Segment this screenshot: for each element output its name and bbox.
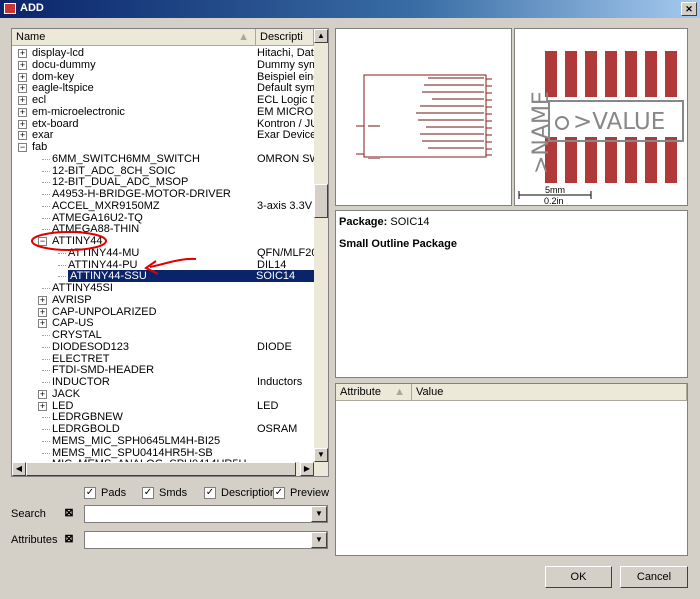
preview-label: Preview [290,487,330,499]
footprint-preview: >NAME >VALUE 5mm 0.2in [514,28,688,206]
footprint-pad-bottom [605,137,617,183]
search-input[interactable] [87,507,309,521]
column-value-label: Value [416,386,444,398]
ok-button[interactable]: OK [545,566,612,588]
package-info-panel: Package: SOIC14 Small Outline Package [335,210,688,378]
footprint-pad-bottom [625,137,637,183]
package-label: Package: [339,216,388,228]
cancel-button[interactable]: Cancel [620,566,688,588]
clear-search-icon[interactable]: ⊠ [62,507,76,520]
sort-arrow-icon: ▲ [394,386,405,398]
smds-label: Smds [159,487,188,499]
footprint-pad-top [565,51,577,97]
column-header-attribute[interactable]: Attribute ▲ [336,384,412,401]
pads-label: Pads [101,487,127,499]
chevron-down-icon[interactable]: ▼ [311,532,327,548]
package-value: SOIC14 [390,216,430,228]
annotation-circle [31,231,107,251]
footprint-pad-top [545,51,557,97]
column-attribute-label: Attribute [340,386,381,398]
search-label: Search [11,508,46,520]
check-icon: ✓ [84,487,96,499]
footprint-pad-bottom [585,137,597,183]
footprint-pad-top [665,51,677,97]
clear-attributes-icon[interactable]: ⊠ [62,533,76,546]
footprint-pad-bottom [565,137,577,183]
chevron-down-icon[interactable]: ▼ [311,506,327,522]
scale-in: 0.2in [544,196,564,205]
footprint-pad-top [585,51,597,97]
footprint-pad-bottom [645,137,657,183]
footprint-pad-top [605,51,617,97]
check-icon: ✓ [204,487,216,499]
footprint-pad-bottom [665,137,677,183]
footprint-pad-top [625,51,637,97]
footprint-pad-top [645,51,657,97]
annotation-arrow-line [149,257,197,268]
scale-mm: 5mm [545,185,565,195]
check-icon: ✓ [142,487,154,499]
symbol-preview [335,28,512,206]
column-header-value[interactable]: Value [412,384,687,401]
package-description: Small Outline Package [339,238,457,250]
search-combo[interactable]: ▼ [84,505,328,523]
attributes-label: Attributes [11,534,58,546]
attribute-table[interactable]: Attribute ▲ Value [335,383,688,556]
attributes-input[interactable] [87,533,309,547]
check-icon: ✓ [273,487,285,499]
footprint-name-text: >NAME [529,91,554,174]
footprint-drawing: >NAME >VALUE 5mm 0.2in [518,51,684,206]
footprint-value-text: >VALUE [573,109,665,135]
schematic-symbol [356,74,492,159]
description-label: Description [221,487,277,499]
attributes-combo[interactable]: ▼ [84,531,328,549]
